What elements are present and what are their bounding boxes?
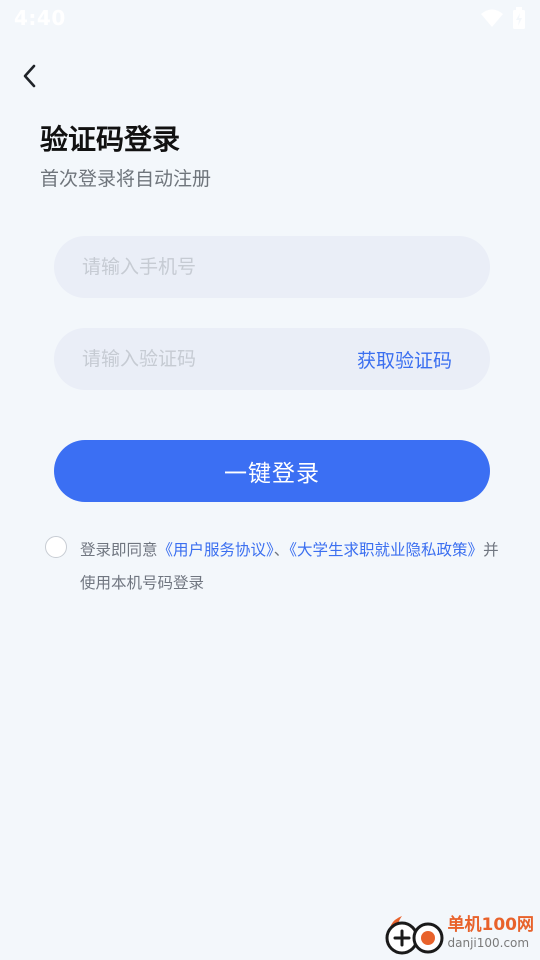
verification-code-input[interactable] [82, 348, 322, 370]
privacy-policy-link[interactable]: 《大学生求职就业隐私政策》 [289, 541, 483, 559]
one-click-login-button[interactable]: 一键登录 [54, 440, 490, 502]
agreement-text: 登录即同意《用户服务协议》、《大学生求职就业隐私政策》并使用本机号码登录 [80, 534, 500, 600]
agreement-separator: 、 [273, 541, 290, 559]
status-icons [480, 7, 526, 29]
watermark-name: 单机100网 [447, 915, 535, 935]
chevron-left-icon [23, 64, 36, 88]
page-subtitle: 首次登录将自动注册 [40, 168, 212, 190]
status-time: 4:40 [14, 6, 66, 30]
user-agreement-link[interactable]: 《用户服务协议》 [158, 541, 274, 559]
agreement-checkbox[interactable] [45, 536, 67, 558]
back-button[interactable] [10, 56, 50, 96]
agreement-prefix: 登录即同意 [80, 541, 158, 559]
watermark: 单机100网 danji100.com [382, 910, 535, 956]
code-input-container: 获取验证码 [54, 328, 490, 390]
phone-input-container [54, 236, 490, 298]
phone-input[interactable] [82, 256, 322, 278]
wifi-icon [481, 9, 503, 27]
get-code-button[interactable]: 获取验证码 [357, 346, 462, 373]
battery-icon [513, 7, 525, 29]
watermark-url: danji100.com [447, 936, 530, 950]
watermark-logo-icon [385, 916, 443, 955]
status-bar: 4:40 [0, 0, 540, 36]
page-title: 验证码登录 [40, 123, 181, 156]
